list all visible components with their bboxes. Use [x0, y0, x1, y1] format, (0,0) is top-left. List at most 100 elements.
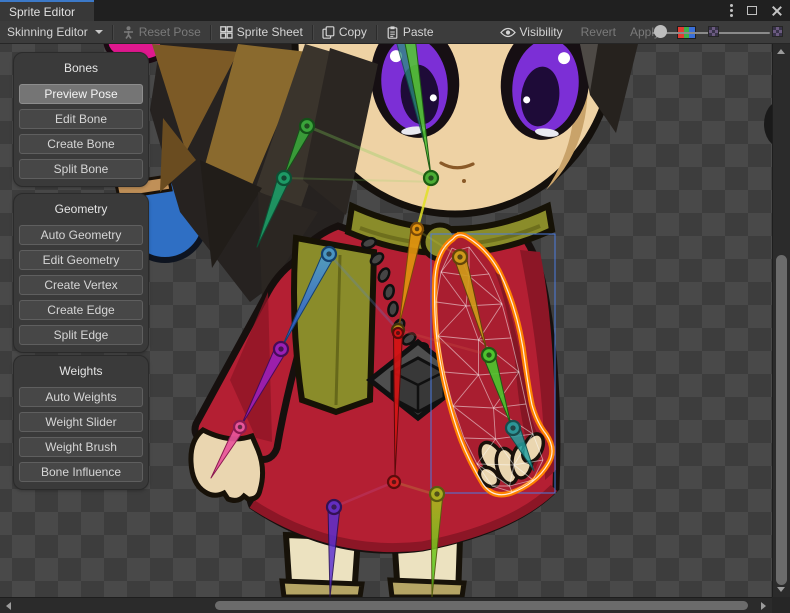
tab-title: Sprite Editor: [9, 5, 75, 19]
toolbar-mode-dropdown[interactable]: Skinning Editor: [0, 21, 110, 43]
bone-arm-l-upper[interactable]: [241, 342, 288, 426]
panel-button-split-bone[interactable]: Split Bone: [19, 159, 143, 179]
selected-arm-sprite[interactable]: [435, 235, 552, 495]
panel-button-create-bone[interactable]: Create Bone: [19, 134, 143, 154]
bone-arm-l-lower[interactable]: [211, 421, 246, 478]
toolbar-copy[interactable]: Copy: [315, 21, 374, 43]
bone-arm-r-lower[interactable]: [482, 348, 511, 425]
separator: [210, 25, 211, 40]
bone-arm-r-upper[interactable]: [453, 250, 487, 351]
reset-pose-label: Reset Pose: [139, 25, 201, 39]
joint-hip[interactable]: [392, 324, 404, 336]
scroll-up-icon[interactable]: [777, 49, 785, 54]
reset-pose-icon: [122, 26, 135, 39]
panel-title: Weights: [14, 364, 148, 378]
bone-leg-r[interactable]: [430, 487, 444, 597]
skeleton-bones[interactable]: [211, 44, 534, 597]
bone-back[interactable]: [282, 247, 336, 347]
chevron-down-icon: [95, 30, 103, 34]
arm-outline-highlight: [435, 235, 552, 495]
panel-button-edit-bone[interactable]: Edit Bone: [19, 109, 143, 129]
separator: [376, 25, 377, 40]
legs: [282, 533, 464, 597]
close-icon[interactable]: [771, 5, 782, 16]
left-eye: [364, 44, 465, 143]
panel-button-auto-geometry[interactable]: Auto Geometry: [19, 225, 143, 245]
left-hand: [191, 430, 263, 500]
sprite-sheet-icon: [220, 26, 233, 39]
necklace: [361, 236, 466, 418]
separator: [312, 25, 313, 40]
bone-hand-r[interactable]: [506, 421, 534, 471]
paste-icon: [386, 26, 399, 39]
joint-chin[interactable]: [424, 171, 438, 185]
horizontal-scrollbar[interactable]: [0, 597, 772, 613]
panel-weights: Weights Auto Weights Weight Slider Weight B…: [13, 355, 149, 490]
bone-spine-upper[interactable]: [399, 223, 423, 326]
visibility-label: Visibility: [520, 25, 563, 39]
arm-shade: [495, 272, 545, 470]
scarf-tail-fold: [336, 255, 340, 405]
panel-button-bone-influence[interactable]: Bone Influence: [19, 462, 143, 482]
scroll-left-icon[interactable]: [6, 602, 11, 610]
texture-large-icon: [772, 26, 783, 37]
tab-bar: Sprite Editor: [0, 0, 790, 21]
paste-label: Paste: [403, 25, 434, 39]
vertical-scrollbar[interactable]: [772, 44, 790, 597]
scarf-band-shadow: [360, 226, 540, 245]
scarf-shoulder: [423, 225, 457, 259]
dress: [249, 226, 557, 550]
chin-dot: [462, 179, 466, 183]
left-sleeve-shade: [230, 292, 272, 442]
copy-label: Copy: [339, 25, 367, 39]
panel-button-weight-brush[interactable]: Weight Brush: [19, 437, 143, 457]
toolbar-paste[interactable]: Paste: [379, 21, 441, 43]
tab-sprite-editor[interactable]: Sprite Editor: [0, 0, 94, 21]
bone-head[interactable]: [396, 44, 431, 176]
neighbor-sprites: [106, 44, 772, 260]
panel-button-create-edge[interactable]: Create Edge: [19, 300, 143, 320]
toolbar-reset-pose[interactable]: Reset Pose: [115, 21, 208, 43]
scroll-down-icon[interactable]: [777, 587, 785, 592]
panel-bones: Bones Preview Pose Edit Bone Create Bone Spl…: [13, 52, 149, 187]
face: [295, 44, 615, 214]
dress-shade-right: [520, 250, 556, 480]
toolbar-visibility[interactable]: Visibility: [493, 21, 570, 43]
horizontal-scrollbar-thumb[interactable]: [215, 601, 748, 610]
panel-title: Bones: [14, 61, 148, 75]
bone-leg-l[interactable]: [327, 500, 341, 597]
scarf-tail: [294, 238, 374, 412]
toolbar-sprite-sheet[interactable]: Sprite Sheet: [213, 21, 310, 43]
bone-spine-lower[interactable]: [393, 328, 403, 476]
hand-fingers: [475, 431, 548, 491]
copy-icon: [322, 26, 335, 39]
vertical-scrollbar-thumb[interactable]: [776, 255, 787, 585]
panel-button-auto-weights[interactable]: Auto Weights: [19, 387, 143, 407]
character-sprite[interactable]: [150, 44, 638, 597]
bone-connectors: [284, 126, 489, 507]
kebab-menu-icon[interactable]: [730, 9, 733, 12]
mode-dropdown-label: Skinning Editor: [7, 25, 88, 39]
panel-button-split-edge[interactable]: Split Edge: [19, 325, 143, 345]
joint-pelvis[interactable]: [388, 476, 400, 488]
cheek-shading: [546, 58, 588, 190]
panel-title: Geometry: [14, 202, 148, 216]
scarf-band: [348, 206, 552, 254]
maximize-icon[interactable]: [747, 6, 757, 15]
bone-head-back[interactable]: [384, 44, 424, 142]
revert-label: Revert: [581, 25, 616, 39]
panel-button-preview-pose[interactable]: Preview Pose: [19, 84, 143, 104]
scroll-right-icon[interactable]: [761, 602, 766, 610]
dress-hem-shade: [252, 488, 554, 548]
toolbar-revert[interactable]: Revert: [574, 21, 623, 43]
bone-hair-upper[interactable]: [284, 119, 314, 176]
sprite-sheet-label: Sprite Sheet: [237, 25, 303, 39]
panel-button-create-vertex[interactable]: Create Vertex: [19, 275, 143, 295]
mouth: [441, 163, 473, 168]
panel-button-weight-slider[interactable]: Weight Slider: [19, 412, 143, 432]
selection-box[interactable]: [431, 234, 555, 493]
panel-button-edit-geometry[interactable]: Edit Geometry: [19, 250, 143, 270]
right-eye: [494, 44, 595, 145]
eye-icon: [500, 27, 516, 38]
bone-hair-lower[interactable]: [257, 171, 291, 247]
